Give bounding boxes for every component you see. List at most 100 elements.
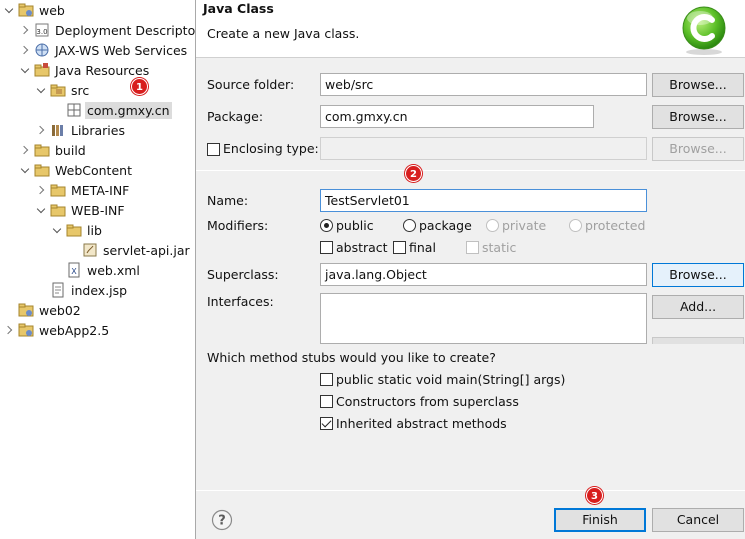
libraries-icon xyxy=(50,122,66,138)
tree-item[interactable]: webApp2.5 xyxy=(4,320,111,340)
tree-item-label: Libraries xyxy=(71,122,125,138)
enclosing-type-checkbox[interactable] xyxy=(207,143,220,156)
folder-icon xyxy=(66,222,82,238)
source-folder-icon xyxy=(50,82,66,98)
modifier-public-label: public xyxy=(336,218,374,233)
jar-icon xyxy=(82,242,98,258)
interfaces-remove-button-edge[interactable] xyxy=(652,337,744,344)
modifier-package-radio[interactable] xyxy=(403,219,416,232)
tree-item[interactable]: web02 xyxy=(4,300,83,320)
separator xyxy=(196,170,745,171)
source-folder-input[interactable]: web/src xyxy=(320,73,647,96)
source-folder-browse-button[interactable]: Browse... xyxy=(652,73,744,97)
tree-item[interactable]: 3.0 Deployment Descriptor: xyxy=(20,20,195,40)
expanded-arrow-icon[interactable] xyxy=(36,84,48,96)
stub-main-label: public static void main(String[] args) xyxy=(336,372,566,387)
tree-item-label: WEB-INF xyxy=(71,202,125,218)
source-folder-label: Source folder: xyxy=(207,77,295,92)
expanded-arrow-icon[interactable] xyxy=(20,164,32,176)
project-icon xyxy=(18,302,34,318)
tree-item[interactable]: index.jsp xyxy=(36,280,129,300)
tree-item-label: index.jsp xyxy=(71,282,128,298)
tree-item[interactable]: Libraries xyxy=(36,120,127,140)
stub-inherited-checkbox[interactable] xyxy=(320,417,333,430)
project-explorer-tree: web 3.0 Deployment Descriptor: JAX-WS Web S… xyxy=(0,0,195,539)
expanded-arrow-icon[interactable] xyxy=(36,204,48,216)
tree-item-label: src xyxy=(71,82,90,98)
footer-separator xyxy=(196,490,745,491)
tree-item[interactable]: servlet-api.jar xyxy=(68,240,192,260)
tree-item[interactable]: lib xyxy=(52,220,104,240)
svg-text:X: X xyxy=(71,267,77,276)
tree-item-label: Java Resources xyxy=(55,62,150,78)
stub-constructors-label: Constructors from superclass xyxy=(336,394,519,409)
collapsed-arrow-icon[interactable] xyxy=(20,44,32,56)
jsp-file-icon xyxy=(50,282,66,298)
expanded-arrow-icon[interactable] xyxy=(20,64,32,76)
interfaces-list[interactable] xyxy=(320,293,647,344)
collapsed-arrow-icon[interactable] xyxy=(36,184,48,196)
project-icon xyxy=(18,2,34,18)
stub-main-checkbox[interactable] xyxy=(320,373,333,386)
tree-item[interactable]: META-INF xyxy=(36,180,131,200)
modifier-private-label: private xyxy=(502,218,547,233)
stub-constructors-checkbox[interactable] xyxy=(320,395,333,408)
enclosing-type-label: Enclosing type: xyxy=(223,141,319,156)
superclass-browse-button[interactable]: Browse... xyxy=(652,263,744,287)
folder-icon xyxy=(34,162,50,178)
package-input[interactable]: com.gmxy.cn xyxy=(320,105,594,128)
project-icon xyxy=(18,322,34,338)
collapsed-arrow-icon[interactable] xyxy=(20,24,32,36)
svg-text:?: ? xyxy=(218,514,226,529)
finish-button[interactable]: Finish xyxy=(554,508,646,532)
folder-icon xyxy=(34,142,50,158)
tree-item-label: Deployment Descriptor: xyxy=(55,22,195,38)
stub-inherited-label: Inherited abstract methods xyxy=(336,416,507,431)
tree-item[interactable]: src xyxy=(36,80,91,100)
class-name-input[interactable]: TestServlet01 xyxy=(320,189,647,212)
collapsed-arrow-icon[interactable] xyxy=(36,124,48,136)
java-resources-icon xyxy=(34,62,50,78)
expanded-arrow-icon[interactable] xyxy=(4,4,16,16)
collapsed-arrow-icon[interactable] xyxy=(20,144,32,156)
tree-item[interactable]: web xyxy=(4,0,67,20)
modifier-abstract-checkbox[interactable] xyxy=(320,241,333,254)
cancel-button[interactable]: Cancel xyxy=(652,508,744,532)
tree-item[interactable]: build xyxy=(20,140,88,160)
superclass-input[interactable]: java.lang.Object xyxy=(320,263,647,286)
tree-item[interactable]: Xweb.xml xyxy=(52,260,142,280)
wizard-title: Java Class xyxy=(203,1,274,16)
tree-item[interactable]: JAX-WS Web Services xyxy=(20,40,189,60)
modifier-abstract-label: abstract xyxy=(336,240,388,255)
package-browse-button[interactable]: Browse... xyxy=(652,105,744,129)
tree-item-label: META-INF xyxy=(71,182,130,198)
help-icon[interactable]: ? xyxy=(211,509,233,531)
annotation-badge-2: 2 xyxy=(405,165,422,182)
superclass-label: Superclass: xyxy=(207,267,279,282)
interfaces-label: Interfaces: xyxy=(207,294,274,309)
expanded-arrow-icon[interactable] xyxy=(52,224,64,236)
modifier-final-label: final xyxy=(409,240,436,255)
tree-item[interactable]: Java Resources xyxy=(20,60,151,80)
modifier-final-checkbox[interactable] xyxy=(393,241,406,254)
wizard-banner: Java Class Create a new Java class. xyxy=(196,0,745,58)
name-label: Name: xyxy=(207,193,249,208)
modifier-protected-label: protected xyxy=(585,218,646,233)
tree-item-label: build xyxy=(55,142,86,158)
modifiers-label: Modifiers: xyxy=(207,218,269,233)
method-stubs-question: Which method stubs would you like to cre… xyxy=(207,350,496,365)
tree-item[interactable]: WebContent xyxy=(20,160,134,180)
folder-icon xyxy=(50,182,66,198)
collapsed-arrow-icon[interactable] xyxy=(4,324,16,336)
tree-item-label: servlet-api.jar xyxy=(103,242,190,258)
tree-item[interactable]: WEB-INF xyxy=(36,200,127,220)
tree-item-label: JAX-WS Web Services xyxy=(55,42,188,58)
wizard-description: Create a new Java class. xyxy=(207,26,360,41)
modifier-public-radio[interactable] xyxy=(320,219,333,232)
tree-item[interactable]: com.gmxy.cn xyxy=(52,100,172,120)
tree-item-label: web02 xyxy=(39,302,81,318)
interfaces-add-button[interactable]: Add... xyxy=(652,295,744,319)
